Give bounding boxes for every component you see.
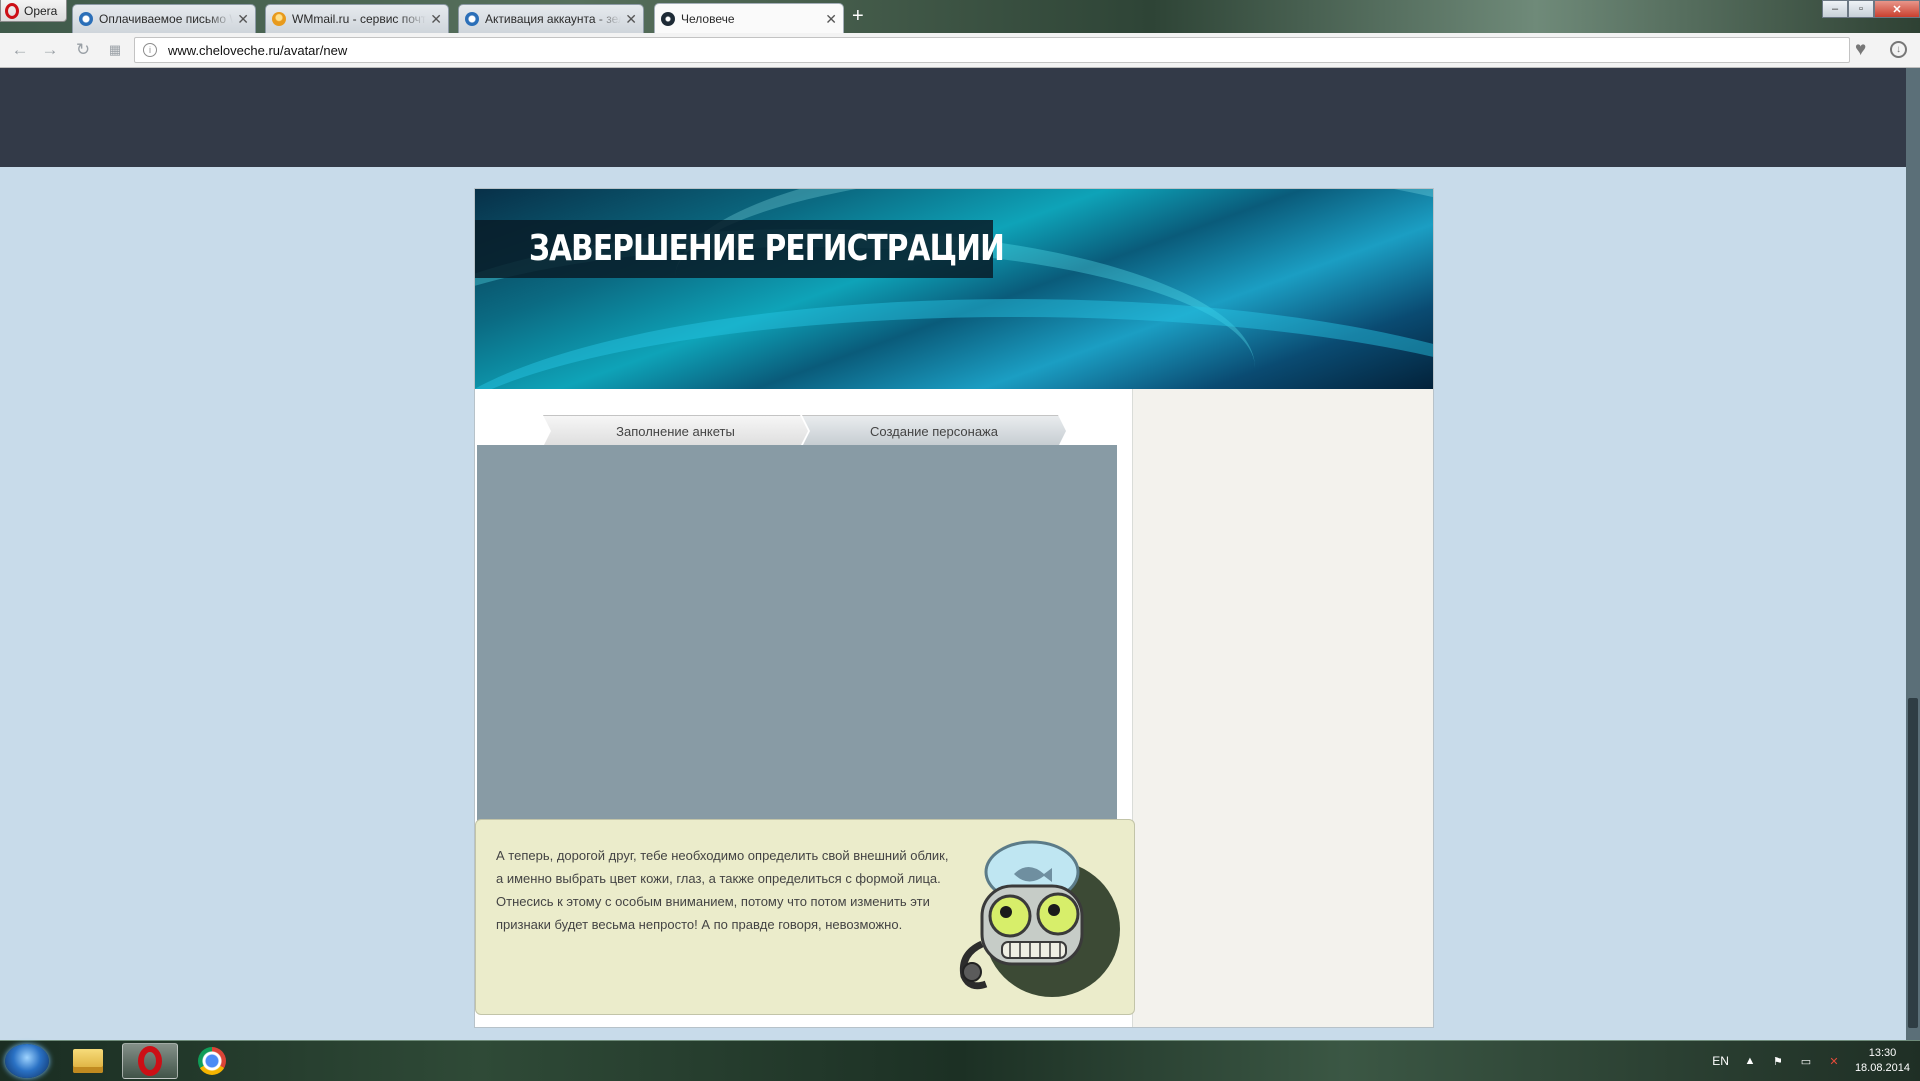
address-bar-url[interactable]: www.cheloveche.ru/avatar/new [168,43,347,58]
registration-banner: ЗАВЕРШЕНИЕ РЕГИСТРАЦИИ [475,189,1433,389]
opera-menu-label: Opera [24,3,58,18]
volume-muted-icon[interactable]: ✕ [1827,1055,1841,1068]
address-toolbar: ← → ↻ ▦ i www.cheloveche.ru/avatar/new ♥… [0,33,1920,68]
tab-label: Оплачиваемое письмо W [99,12,234,26]
instruction-box: А теперь, дорогой друг, тебе необходимо … [475,819,1135,1015]
instruction-text: А теперь, дорогой друг, тебе необходимо … [496,848,949,932]
robot-mascot-icon [959,840,1120,997]
humanoid-favicon-icon [661,11,675,26]
vertical-scrollbar[interactable] [1906,68,1920,1040]
taskbar-chrome[interactable] [184,1043,240,1079]
sidebar-column [1133,389,1433,1027]
window-controls: – ▫ ✕ [1822,0,1920,18]
step-label: Заполнение анкеты [616,423,735,439]
window-close-icon[interactable]: ✕ [1874,0,1920,18]
address-bar[interactable]: i www.cheloveche.ru/avatar/new [134,37,1850,63]
tab-cheloveche[interactable]: Человече ✕ [654,3,844,33]
registration-steps: Заполнение анкеты Создание персонажа [543,415,1066,445]
registration-panel: ЗАВЕРШЕНИЕ РЕГИСТРАЦИИ Заполнение анкеты… [474,188,1434,1028]
speed-dial-grid-icon[interactable]: ▦ [105,40,125,60]
close-icon[interactable]: ✕ [237,12,249,26]
site-info-icon[interactable]: i [143,43,157,57]
show-hidden-icons-icon[interactable]: ▲ [1743,1055,1757,1067]
site-header-bar [0,68,1906,167]
network-icon[interactable]: ▭ [1799,1055,1813,1068]
opera-mail-favicon-icon [465,12,479,26]
tab-paid-letter[interactable]: Оплачиваемое письмо W ✕ [72,4,256,33]
windows-start-icon[interactable] [5,1044,49,1078]
opera-logo-icon [5,2,19,19]
system-clock[interactable]: 13:30 18.08.2014 [1855,1046,1910,1076]
language-indicator[interactable]: EN [1712,1054,1729,1068]
close-icon[interactable]: ✕ [625,12,637,26]
opera-mail-favicon-icon [79,12,93,26]
new-tab-plus-icon[interactable]: + [852,6,864,26]
action-center-flag-icon[interactable]: ⚑ [1771,1055,1785,1068]
windows-taskbar: EN ▲ ⚑ ▭ ✕ 13:30 18.08.2014 [0,1040,1920,1081]
taskbar-explorer[interactable] [60,1043,116,1079]
close-icon[interactable]: ✕ [430,12,442,26]
close-icon[interactable]: ✕ [825,12,837,26]
forward-arrow-icon[interactable]: → [40,40,60,60]
step-questionnaire[interactable]: Заполнение анкеты [543,415,808,447]
chrome-icon [198,1047,226,1075]
opera-icon [138,1046,162,1076]
avatar-editor-area[interactable] [477,445,1117,825]
system-tray: EN ▲ ⚑ ▭ ✕ 13:30 18.08.2014 [1712,1041,1910,1081]
minimize-icon[interactable]: – [1822,0,1848,18]
step-label: Создание персонажа [870,423,998,439]
reload-icon[interactable]: ↻ [73,40,93,60]
taskbar-opera[interactable] [122,1043,178,1079]
page-title: ЗАВЕРШЕНИЕ РЕГИСТРАЦИИ [529,228,1005,269]
maximize-icon[interactable]: ▫ [1848,0,1874,18]
clock-date: 18.08.2014 [1854,1062,1910,1074]
page-viewport: ЗАВЕРШЕНИЕ РЕГИСТРАЦИИ Заполнение анкеты… [0,68,1906,1040]
bookmark-heart-icon[interactable]: ♥ [1855,39,1866,61]
tab-label: Человече [681,11,735,26]
step-character-creation[interactable]: Создание персонажа [802,415,1066,447]
explorer-icon [73,1049,103,1073]
wmmail-favicon-icon [272,12,286,26]
tab-wmmail[interactable]: WMmail.ru - сервис почт ✕ [265,4,449,33]
download-icon[interactable]: ↓ [1890,41,1907,58]
tab-label: Активация аккаунта - зел [485,12,622,26]
clock-time: 13:30 [1868,1047,1897,1059]
tab-account-activation[interactable]: Активация аккаунта - зел ✕ [458,4,644,33]
scrollbar-thumb[interactable] [1908,698,1918,1028]
opera-menu-button[interactable]: Opera [0,0,67,22]
tab-label: WMmail.ru - сервис почт [292,12,427,26]
back-arrow-icon[interactable]: ← [10,40,30,60]
browser-tab-strip: Opera Оплачиваемое письмо W ✕ WMmail.ru … [0,0,1920,33]
